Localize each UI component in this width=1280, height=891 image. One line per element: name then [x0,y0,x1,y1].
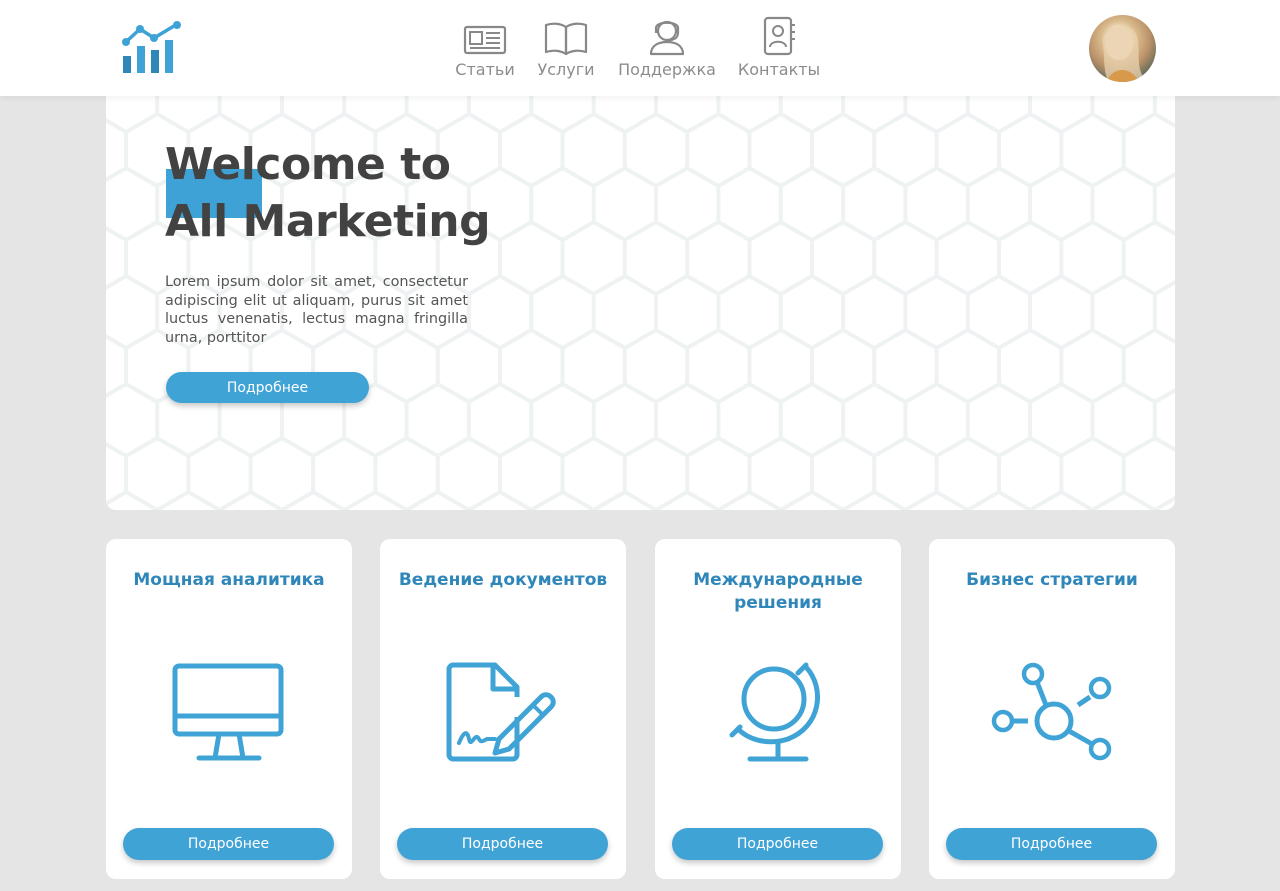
card-more-button[interactable]: Подробнее [397,828,608,860]
hero-title-line1: Welcome to [165,139,451,190]
nav-item-articles[interactable]: Статьи [455,16,515,86]
hero-title: Welcome to All Marketing [165,136,491,250]
newspaper-icon [462,16,508,56]
nav-item-services[interactable]: Услуги [536,16,596,86]
nav-label-articles: Статьи [455,60,515,79]
card-title: Мощная аналитика [133,570,325,590]
document-sign-icon [446,662,556,762]
support-headset-icon [647,16,687,56]
user-avatar[interactable] [1089,15,1156,82]
nav-label-services: Услуги [537,60,595,79]
contact-book-icon [761,16,797,56]
card-title: Международные решения [693,570,863,613]
card-title: Бизнес стратегии [966,570,1138,590]
avatar-photo [1102,26,1145,82]
hero-more-button[interactable]: Подробнее [166,372,369,403]
open-book-icon [543,16,589,56]
logo-bar-chart-icon[interactable] [120,20,184,76]
nav-item-support[interactable]: Поддержка [618,16,716,86]
network-nodes-icon [991,662,1112,761]
hero-section: Welcome to All Marketing Lorem ipsum dol… [106,96,1175,510]
nav-label-support: Поддержка [618,60,716,79]
card-more-button[interactable]: Подробнее [123,828,334,860]
nav-item-contacts[interactable]: Контакты [737,16,821,86]
nav-label-contacts: Контакты [737,60,821,79]
feature-card-analytics: Мощная аналитика Подробнее [106,539,352,879]
hero-title-line2: All Marketing [165,196,491,247]
hero-description: Lorem ipsum dolor sit amet, consectetur … [165,274,468,346]
top-header: Статьи Услуги Поддержка Контакты [0,0,1280,96]
feature-card-international: Международные решения Подробнее [655,539,901,879]
card-more-button[interactable]: Подробнее [946,828,1157,860]
feature-card-strategy: Бизнес стратегии Подробнее [929,539,1175,879]
monitor-icon [172,663,284,761]
card-title: Ведение документов [398,570,608,590]
feature-card-documents: Ведение документов Подробнее [380,539,626,879]
globe-icon [729,662,821,762]
card-more-button[interactable]: Подробнее [672,828,883,860]
